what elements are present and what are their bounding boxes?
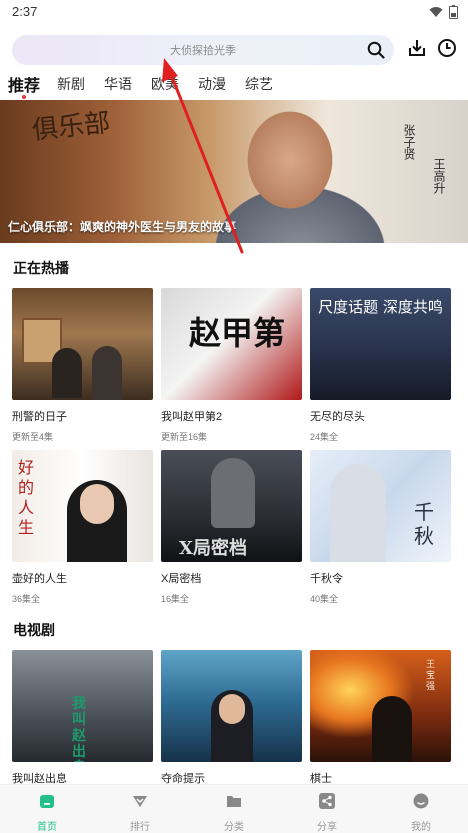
show-poster: 千秋 bbox=[310, 450, 451, 562]
profile-icon bbox=[413, 793, 429, 809]
banner-poster-title: 俱乐部 bbox=[30, 107, 112, 146]
bottom-nav: 首页 排行 分类 分享 我的 bbox=[0, 784, 468, 833]
section-title-now-playing: 正在热播 bbox=[13, 260, 69, 276]
search-icon[interactable] bbox=[367, 41, 385, 59]
show-title: 无尽的尽头 bbox=[310, 411, 365, 423]
nav-ranking[interactable]: 排行 bbox=[110, 785, 170, 833]
history-icon[interactable] bbox=[437, 38, 457, 58]
show-poster: 好的人生 bbox=[12, 450, 153, 562]
banner-actor-1: 张子贤 bbox=[402, 124, 416, 160]
home-icon bbox=[40, 795, 54, 808]
tab-western[interactable]: 欧美 bbox=[151, 74, 179, 94]
nav-profile[interactable]: 我的 bbox=[391, 785, 451, 833]
nav-label: 我的 bbox=[411, 822, 431, 833]
poster-text: 王宝强 bbox=[426, 660, 436, 692]
show-title: 我叫赵甲第2 bbox=[161, 411, 223, 423]
show-poster: 尺度话题 深度共鸣 bbox=[310, 288, 451, 400]
show-title: 壶好的人生 bbox=[12, 573, 67, 585]
show-title: X局密档 bbox=[161, 573, 202, 585]
search-placeholder: 大侦探拾光季 bbox=[170, 45, 236, 57]
poster-text: 尺度话题 深度共鸣 bbox=[318, 298, 443, 316]
show-card[interactable]: 赵甲第 我叫赵甲第2 更新至16集 bbox=[161, 288, 302, 443]
wifi-icon bbox=[429, 7, 443, 17]
tab-chinese[interactable]: 华语 bbox=[104, 74, 132, 94]
show-card[interactable]: X局密档 X局密档 16集全 bbox=[161, 450, 302, 605]
nav-label: 首页 bbox=[37, 822, 57, 833]
banner-actor-2: 王高升 bbox=[432, 158, 446, 194]
show-card[interactable]: 王宝强 棋士 bbox=[310, 650, 451, 786]
nav-label: 排行 bbox=[130, 822, 150, 833]
show-card[interactable]: 尺度话题 深度共鸣 无尽的尽头 24集全 bbox=[310, 288, 451, 443]
show-episodes: 16集全 bbox=[161, 594, 190, 604]
battery-icon bbox=[449, 5, 458, 19]
status-bar: 2:37 bbox=[0, 0, 468, 26]
show-poster: X局密档 bbox=[161, 450, 302, 562]
show-episodes: 更新至4集 bbox=[12, 432, 54, 442]
featured-banner[interactable]: 俱乐部 张子贤 王高升 仁心俱乐部：飒爽的神外医生与男友的故事 bbox=[0, 100, 468, 243]
show-card[interactable]: 好的人生 壶好的人生 36集全 bbox=[12, 450, 153, 605]
ranking-icon bbox=[133, 796, 147, 807]
show-poster: 赵甲第 bbox=[161, 288, 302, 400]
tab-recommended[interactable]: 推荐 bbox=[8, 72, 40, 99]
nav-label: 分类 bbox=[224, 822, 244, 833]
poster-text: 好的人生 bbox=[18, 458, 35, 537]
tab-anime[interactable]: 动漫 bbox=[198, 74, 226, 94]
show-poster: 我叫赵出息 bbox=[12, 650, 153, 762]
download-icon[interactable] bbox=[407, 38, 427, 58]
tab-variety[interactable]: 综艺 bbox=[245, 74, 273, 94]
show-poster bbox=[12, 288, 153, 400]
show-card[interactable]: 刑警的日子 更新至4集 bbox=[12, 288, 153, 443]
tab-new-drama[interactable]: 新剧 bbox=[57, 74, 85, 94]
nav-home[interactable]: 首页 bbox=[17, 785, 77, 833]
nav-label: 分享 bbox=[317, 822, 337, 833]
poster-text: X局密档 bbox=[179, 538, 247, 559]
show-card[interactable]: 千秋 千秋令 40集全 bbox=[310, 450, 451, 605]
category-tabs: 推荐 新剧 华语 欧美 动漫 综艺 bbox=[0, 70, 468, 100]
show-episodes: 36集全 bbox=[12, 594, 41, 604]
status-time: 2:37 bbox=[12, 4, 38, 19]
search-bar[interactable]: 大侦探拾光季 bbox=[12, 35, 394, 65]
show-episodes: 更新至16集 bbox=[161, 432, 208, 442]
show-episodes: 24集全 bbox=[310, 432, 339, 442]
poster-text: 千秋 bbox=[414, 500, 434, 548]
show-poster: 王宝强 bbox=[310, 650, 451, 762]
nav-share[interactable]: 分享 bbox=[297, 785, 357, 833]
nav-category[interactable]: 分类 bbox=[204, 785, 264, 833]
show-poster bbox=[161, 650, 302, 762]
share-icon bbox=[319, 793, 335, 809]
status-icons bbox=[429, 5, 458, 19]
show-episodes: 40集全 bbox=[310, 594, 339, 604]
show-card[interactable]: 我叫赵出息 我叫赵出息 bbox=[12, 650, 153, 786]
show-title: 千秋令 bbox=[310, 573, 343, 585]
section-title-tv-series: 电视剧 bbox=[13, 622, 55, 638]
show-card[interactable]: 夺命提示 bbox=[161, 650, 302, 786]
folder-icon bbox=[227, 796, 241, 807]
poster-text: 赵甲第 bbox=[189, 314, 286, 352]
banner-caption: 仁心俱乐部：飒爽的神外医生与男友的故事 bbox=[8, 220, 237, 234]
poster-text: 我叫赵出息 bbox=[72, 696, 86, 762]
show-title: 刑警的日子 bbox=[12, 411, 67, 423]
